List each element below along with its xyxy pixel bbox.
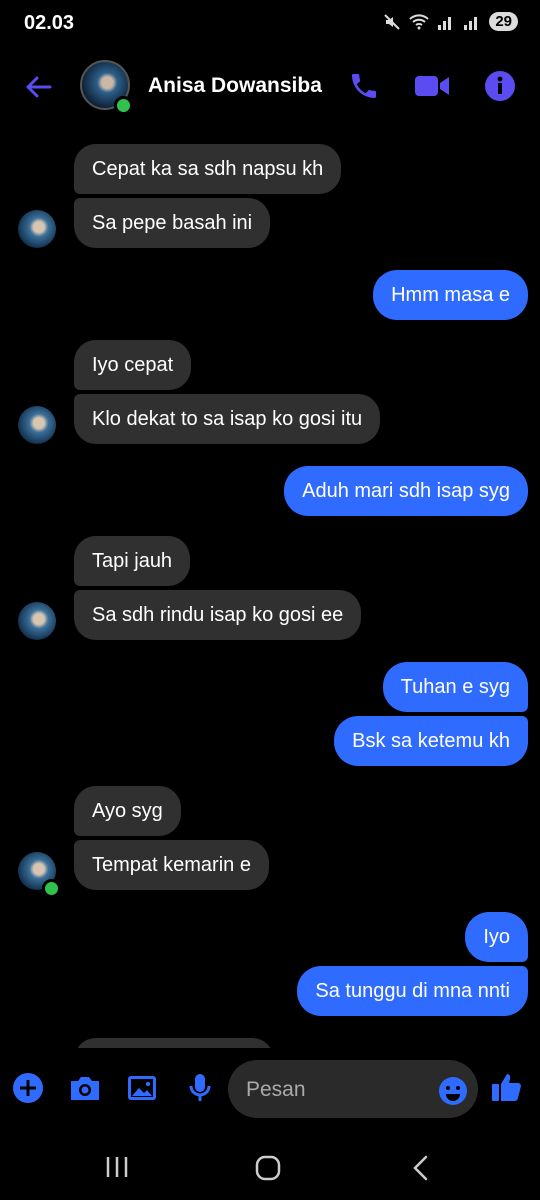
message-incoming[interactable]: Iyo cepat bbox=[74, 340, 192, 390]
system-nav-bar bbox=[0, 1140, 540, 1200]
online-status-dot bbox=[42, 879, 61, 898]
sender-avatar[interactable] bbox=[18, 406, 56, 444]
gallery-icon[interactable] bbox=[126, 1072, 158, 1104]
message-outgoing[interactable]: Bsk sa ketemu kh bbox=[334, 716, 528, 766]
signal-icon bbox=[438, 16, 452, 30]
online-status-dot bbox=[114, 96, 133, 115]
recent-apps-icon[interactable] bbox=[104, 1154, 130, 1180]
message-outgoing[interactable]: Iyo bbox=[465, 912, 528, 962]
message-incoming[interactable]: Cepat ka sa sdh napsu kh bbox=[74, 144, 342, 194]
message-incoming[interactable]: Sa sdh rindu isap ko gosi ee bbox=[74, 590, 362, 640]
back-nav-icon[interactable] bbox=[408, 1154, 434, 1182]
message-input[interactable]: Pesan bbox=[228, 1060, 478, 1118]
contact-name[interactable]: Anisa Dowansiba bbox=[148, 74, 322, 98]
message-incoming-partial[interactable] bbox=[74, 1038, 274, 1048]
message-input-placeholder: Pesan bbox=[246, 1078, 306, 1101]
info-icon[interactable] bbox=[484, 70, 516, 102]
sender-avatar[interactable] bbox=[18, 210, 56, 248]
microphone-icon[interactable] bbox=[186, 1072, 214, 1104]
message-outgoing[interactable]: Sa tunggu di mna nnti bbox=[297, 966, 528, 1016]
message-list[interactable]: Cepat ka sa sdh napsu kh Sa pepe basah i… bbox=[0, 130, 540, 1048]
status-icons: 29 bbox=[383, 12, 518, 31]
sender-avatar[interactable] bbox=[18, 602, 56, 640]
message-outgoing[interactable]: Tuhan e syg bbox=[382, 662, 528, 712]
battery-indicator: 29 bbox=[489, 12, 518, 31]
signal-icon-2 bbox=[464, 16, 478, 30]
video-call-icon[interactable] bbox=[414, 72, 450, 100]
emoji-icon[interactable] bbox=[438, 1076, 468, 1106]
add-icon[interactable] bbox=[12, 1072, 44, 1104]
message-incoming[interactable]: Ayo syg bbox=[74, 786, 181, 836]
status-bar: 02.03 29 bbox=[0, 0, 540, 48]
status-time: 02.03 bbox=[24, 12, 75, 34]
message-outgoing[interactable]: Hmm masa e bbox=[373, 270, 528, 320]
message-composer: Pesan bbox=[0, 1058, 540, 1122]
message-incoming[interactable]: Sa pepe basah ini bbox=[74, 198, 271, 248]
camera-icon[interactable] bbox=[68, 1072, 102, 1104]
back-arrow-icon[interactable] bbox=[24, 72, 54, 102]
like-icon[interactable] bbox=[490, 1070, 524, 1104]
wifi-icon bbox=[409, 13, 430, 29]
chat-header: Anisa Dowansiba bbox=[0, 60, 540, 118]
voice-call-icon[interactable] bbox=[348, 70, 380, 102]
message-outgoing[interactable]: Aduh mari sdh isap syg bbox=[284, 466, 528, 516]
mute-icon bbox=[384, 13, 401, 30]
message-incoming[interactable]: Tempat kemarin e bbox=[74, 840, 269, 890]
message-incoming[interactable]: Klo dekat to sa isap ko gosi itu bbox=[74, 394, 381, 444]
message-incoming[interactable]: Tapi jauh bbox=[74, 536, 191, 586]
home-icon[interactable] bbox=[254, 1154, 282, 1182]
